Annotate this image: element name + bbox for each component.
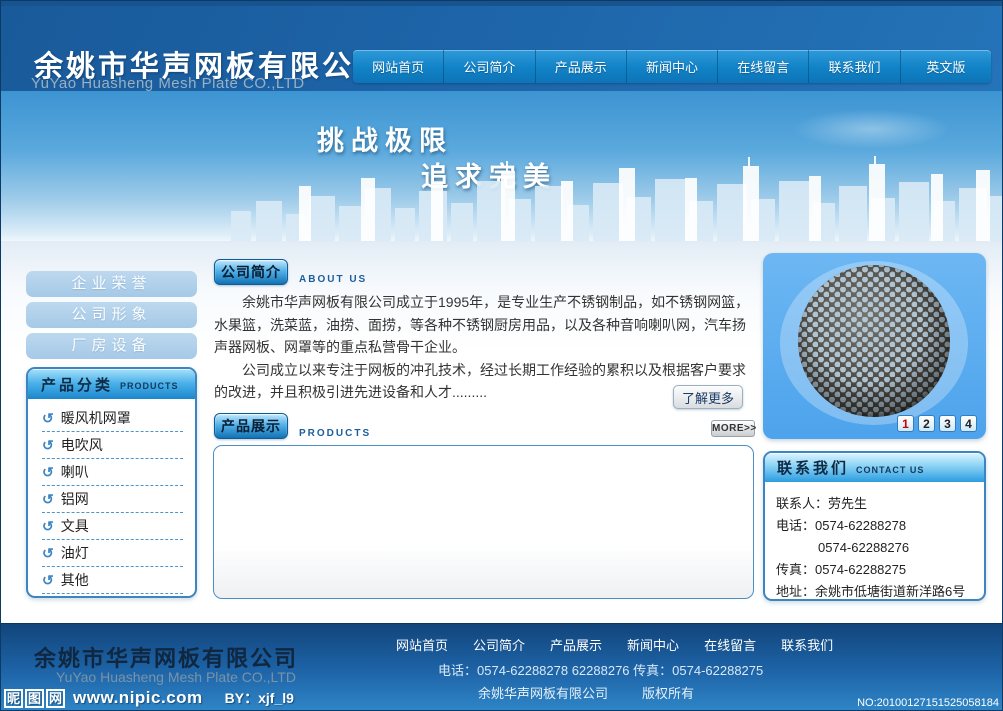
footer-nav-products[interactable]: 产品展示 <box>550 635 602 654</box>
about-section-header: 公司简介 ABOUT US <box>214 259 367 285</box>
category-label[interactable]: 电吹风 <box>61 435 103 455</box>
header: 余姚市华声网板有限公司 YuYao Huasheng Mesh Plate CO… <box>1 1 1002 91</box>
about-subtitle: ABOUT US <box>299 274 367 285</box>
company-name-english: YuYao Huasheng Mesh Plate CO.,LTD <box>31 75 305 92</box>
product-categories-title: 产品分类 <box>41 374 113 395</box>
sidebar-item-honors[interactable]: 企业荣誉 <box>26 271 197 297</box>
nipic-author-credit: BY：xjf_l9 <box>225 688 294 708</box>
contact-address-row: 地址：余姚市低塘街道新洋路6号 <box>776 581 976 601</box>
city-skyline-image <box>1 156 1002 241</box>
arrow-icon: ↻ <box>42 545 54 562</box>
nav-item-news[interactable]: 新闻中心 <box>626 50 717 83</box>
category-label[interactable]: 暖风机网罩 <box>61 408 131 428</box>
category-label[interactable]: 其他 <box>61 570 89 590</box>
contact-panel: 联系我们 CONTACT US 联系人：劳先生 电话：0574-62288278… <box>763 451 986 601</box>
contact-phone2-row: 0574-62288276 <box>776 537 976 559</box>
nav-item-home[interactable]: 网站首页 <box>353 50 443 83</box>
contact-phone-row: 电话：0574-62288278 <box>776 515 976 537</box>
footer-company-name-english: YuYao Huasheng Mesh Plate CO.,LTD <box>56 669 296 685</box>
nav-item-english[interactable]: 英文版 <box>900 50 991 83</box>
category-item-oil-lamp[interactable]: ↻ 油灯 <box>42 540 183 567</box>
nipic-logo: 昵图网 <box>4 689 65 708</box>
learn-more-button[interactable]: 了解更多 <box>673 385 743 409</box>
product-photo-panel: 1 2 3 4 <box>763 253 986 439</box>
category-label[interactable]: 铝网 <box>61 489 89 509</box>
category-item-speaker[interactable]: ↻ 喇叭 <box>42 459 183 486</box>
arrow-icon: ↻ <box>42 572 54 589</box>
products-section-header: 产品展示 PRODUCTS MORE>> <box>214 413 756 439</box>
contact-header: 联系我们 CONTACT US <box>765 453 984 482</box>
nipic-watermark: 昵图网 www.nipic.com BY：xjf_l9 <box>4 688 294 708</box>
footer-nav-about[interactable]: 公司简介 <box>473 635 525 654</box>
category-label[interactable]: 油灯 <box>61 543 89 563</box>
main-content: 企业荣誉 公司形象 厂房设备 产品分类 PRODUCTS ↻ 暖风机网罩 ↻ 电吹风… <box>1 241 1002 626</box>
about-title-button[interactable]: 公司简介 <box>214 259 288 285</box>
nav-item-products[interactable]: 产品展示 <box>535 50 626 83</box>
sidebar-item-company-image[interactable]: 公司形象 <box>26 302 197 328</box>
cloud-decoration <box>791 109 951 149</box>
pager-page-4[interactable]: 4 <box>960 415 977 432</box>
category-item-hair-dryer[interactable]: ↻ 电吹风 <box>42 432 183 459</box>
footer-nav-news[interactable]: 新闻中心 <box>627 635 679 654</box>
category-item-aluminum-mesh[interactable]: ↻ 铝网 <box>42 486 183 513</box>
category-label[interactable]: 喇叭 <box>61 462 89 482</box>
arrow-icon: ↻ <box>42 491 54 508</box>
nav-item-guestbook[interactable]: 在线留言 <box>717 50 808 83</box>
products-subtitle: PRODUCTS <box>299 428 371 439</box>
sidebar-item-factory-equipment[interactable]: 厂房设备 <box>26 333 197 359</box>
contact-body: 联系人：劳先生 电话：0574-62288278 0574-62288276 传… <box>765 482 984 601</box>
arrow-icon: ↻ <box>42 518 54 535</box>
contact-person-row: 联系人：劳先生 <box>776 493 976 515</box>
products-more-button[interactable]: MORE>> <box>711 420 755 437</box>
contact-subtitle: CONTACT US <box>856 465 924 475</box>
footer-phone-line: 电话：0574-62288278 62288276 传真：0574-622882… <box>438 660 763 679</box>
banner: 挑战极限 追求完美 <box>1 91 1002 241</box>
contact-title: 联系我们 <box>777 457 849 478</box>
arrow-icon: ↻ <box>42 437 54 454</box>
about-paragraph-1: 余姚市华声网板有限公司成立于1995年，是专业生产不锈钢制品，如不锈钢网篮，水果… <box>214 291 756 359</box>
footer-nav-guestbook[interactable]: 在线留言 <box>704 635 756 654</box>
nipic-url: www.nipic.com <box>73 688 203 708</box>
product-categories-subtitle: PRODUCTS <box>120 381 179 391</box>
pager-page-1[interactable]: 1 <box>897 415 914 432</box>
pager-page-2[interactable]: 2 <box>918 415 935 432</box>
category-label[interactable]: 文具 <box>61 516 89 536</box>
arrow-icon: ↻ <box>42 464 54 481</box>
category-item-stationery[interactable]: ↻ 文具 <box>42 513 183 540</box>
product-categories-panel: 产品分类 PRODUCTS ↻ 暖风机网罩 ↻ 电吹风 ↻ 喇叭 ↻ 铝网 ↻ 文具 ↻ 油… <box>26 367 197 598</box>
nav-item-about[interactable]: 公司简介 <box>443 50 534 83</box>
nav-item-contact[interactable]: 联系我们 <box>808 50 899 83</box>
category-item-heater-mesh[interactable]: ↻ 暖风机网罩 <box>42 405 183 432</box>
footer-serial-number: NO:20100127151525058184 <box>857 697 999 709</box>
footer-nav-home[interactable]: 网站首页 <box>396 635 448 654</box>
page: 余姚市华声网板有限公司 YuYao Huasheng Mesh Plate CO… <box>0 0 1003 711</box>
gallery-pager: 1 2 3 4 <box>897 415 977 432</box>
footer-nav: 网站首页 公司简介 产品展示 新闻中心 在线留言 联系我们 <box>396 635 833 654</box>
mesh-dome-product-photo <box>774 257 974 425</box>
products-title-button[interactable]: 产品展示 <box>214 413 288 439</box>
category-item-others[interactable]: ↻ 其他 <box>42 567 183 594</box>
product-category-list: ↻ 暖风机网罩 ↻ 电吹风 ↻ 喇叭 ↻ 铝网 ↻ 文具 ↻ 油灯 ↻ 其他 <box>28 399 195 594</box>
arrow-icon: ↻ <box>42 410 54 427</box>
contact-fax-row: 传真：0574-62288275 <box>776 559 976 581</box>
product-categories-header: 产品分类 PRODUCTS <box>28 369 195 399</box>
footer-copyright: 余姚华声网板有限公司版权所有 <box>478 683 694 702</box>
pager-page-3[interactable]: 3 <box>939 415 956 432</box>
banner-slogan-1: 挑战极限 <box>317 119 453 158</box>
main-nav: 网站首页 公司简介 产品展示 新闻中心 在线留言 联系我们 英文版 <box>353 50 991 83</box>
products-display-box <box>213 445 754 599</box>
footer-nav-contact[interactable]: 联系我们 <box>781 635 833 654</box>
